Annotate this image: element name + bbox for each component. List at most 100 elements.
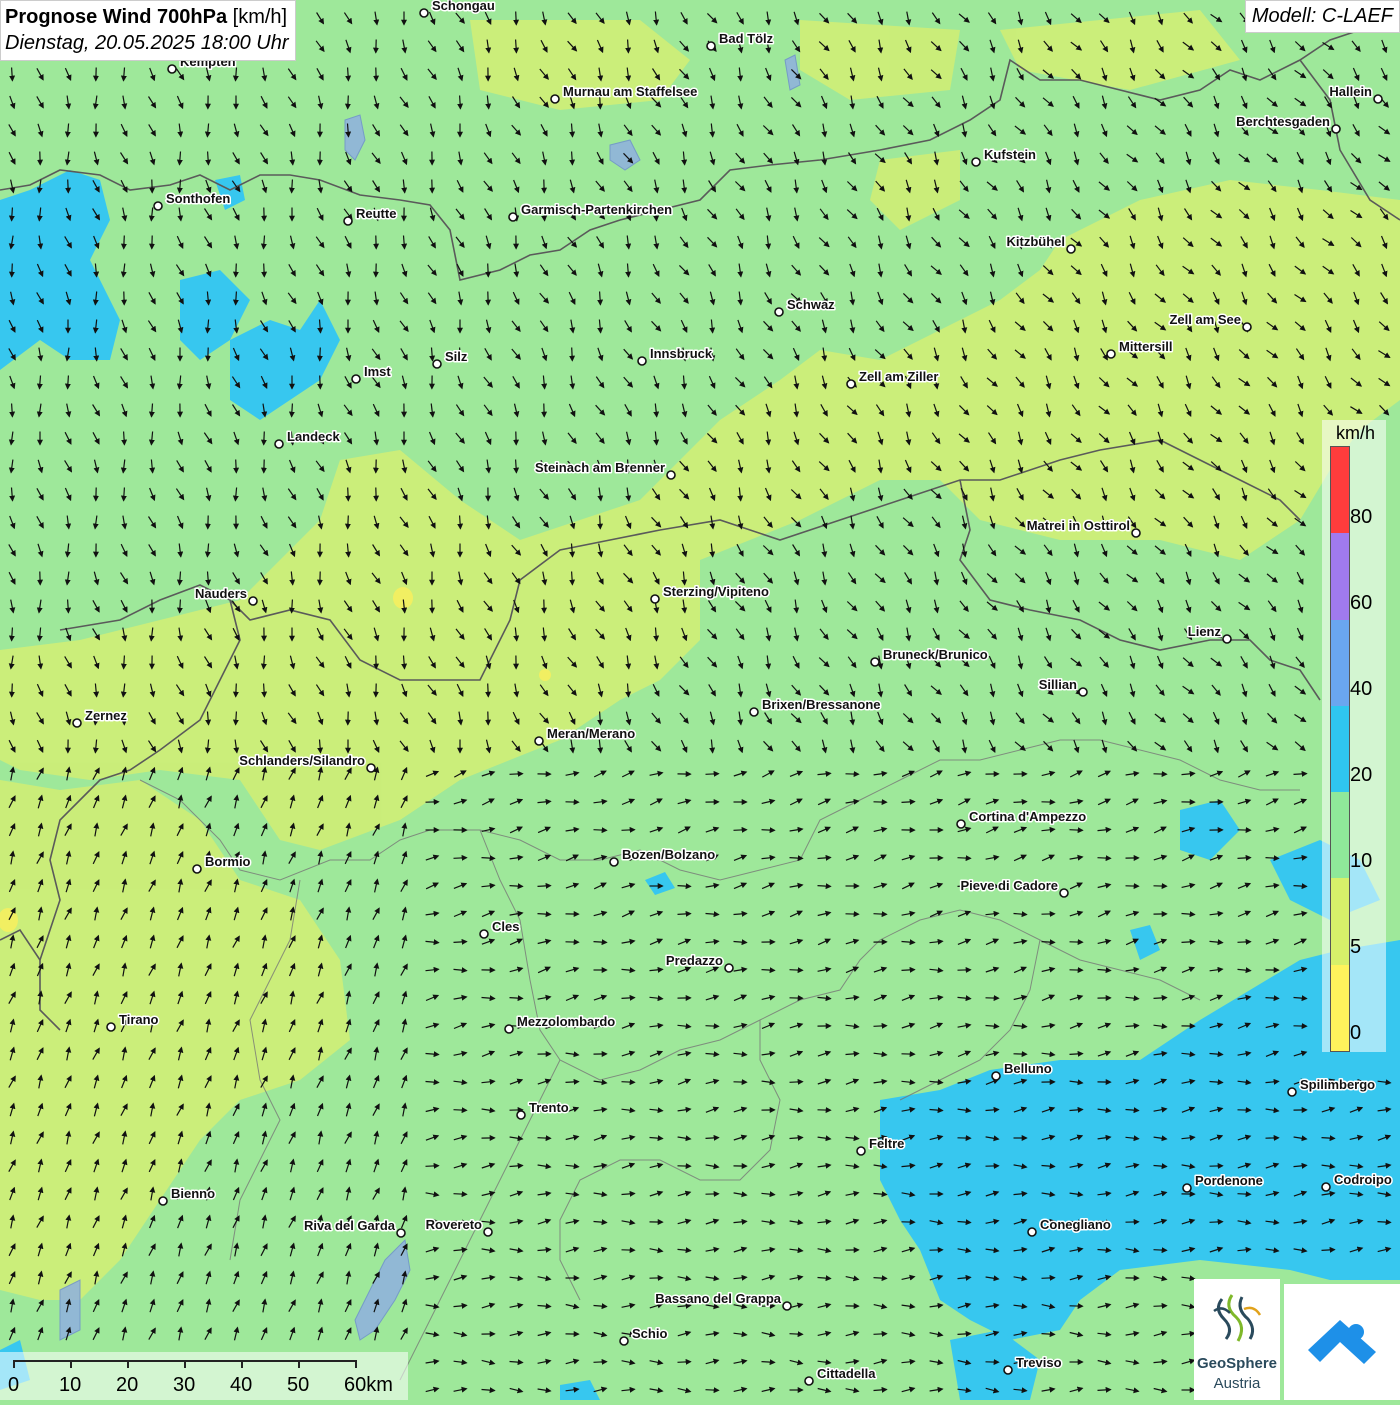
wind-arrow — [454, 1110, 467, 1111]
wind-arrow — [348, 68, 349, 81]
legend-tick-label: 5 — [1350, 936, 1361, 959]
wind-arrow — [320, 348, 321, 361]
wind-arrow — [1238, 858, 1251, 859]
scale-tick — [298, 1360, 300, 1368]
wind-arrow — [12, 684, 13, 697]
wind-arrow — [208, 152, 209, 165]
city-label: Silz — [445, 349, 468, 364]
wind-arrow — [622, 830, 635, 831]
city-dot-icon — [1028, 1228, 1036, 1236]
wind-arrow — [762, 970, 775, 971]
wind-arrow — [1266, 858, 1279, 859]
city-label: Brixen/Bressanone — [762, 697, 881, 712]
model-label: Modell: C-LAEF — [1245, 0, 1400, 33]
wind-arrow — [572, 152, 573, 165]
city-label: Treviso — [1016, 1355, 1062, 1370]
scale-label: 40 — [230, 1374, 252, 1397]
city-label: Pieve di Cadore — [960, 878, 1058, 893]
logo-text-line2: Austria — [1194, 1375, 1280, 1392]
wind-arrow — [1042, 1334, 1055, 1335]
city-dot-icon — [1067, 245, 1075, 253]
city-dot-icon — [1107, 350, 1115, 358]
city-dot-icon — [857, 1147, 865, 1155]
city-dot-icon — [972, 158, 980, 166]
wind-arrow — [902, 970, 915, 971]
wind-arrow — [1294, 886, 1307, 887]
wind-arrow — [790, 1082, 803, 1083]
city-label: Pordenone — [1195, 1173, 1263, 1188]
city-label: Bassano del Grappa — [655, 1291, 781, 1306]
city-label: Hallein — [1329, 84, 1372, 99]
wind-arrow — [12, 264, 13, 277]
city-label: Bormio — [205, 854, 251, 869]
wind-arrow — [572, 348, 573, 361]
city-dot-icon — [249, 597, 257, 605]
wind-arrow — [538, 1138, 551, 1139]
map-title-unit: [km/h] — [233, 6, 287, 28]
city-dot-icon — [107, 1023, 115, 1031]
city-dot-icon — [651, 595, 659, 603]
city-dot-icon — [638, 357, 646, 365]
weather-app-logo[interactable] — [1284, 1284, 1400, 1400]
legend-unit: km/h — [1336, 423, 1375, 444]
wind-arrow — [566, 1082, 579, 1083]
city-label: Bruneck/Brunico — [883, 647, 988, 662]
city-label: Imst — [364, 364, 391, 379]
city-label: Cortina d'Ampezzo — [969, 809, 1086, 824]
wind-arrow — [600, 292, 601, 305]
city-dot-icon — [551, 95, 559, 103]
wind-arrow — [1098, 1390, 1111, 1391]
city-label: Sonthofen — [166, 191, 230, 206]
wind-map: SchongauBad TölzKemptenMurnau am Staffel… — [0, 0, 1400, 1400]
city-dot-icon — [159, 1197, 167, 1205]
city-label: Sterzing/Vipiteno — [663, 584, 769, 599]
wind-arrow — [124, 656, 125, 669]
city-dot-icon — [610, 858, 618, 866]
wind-arrow — [874, 1278, 887, 1279]
wind-arrow — [706, 1026, 719, 1027]
city-label: Lienz — [1188, 624, 1222, 639]
logo-text-line1: GeoSphere — [1194, 1355, 1280, 1372]
scale-label: 10 — [59, 1374, 81, 1397]
city-dot-icon — [667, 471, 675, 479]
legend-tick-label: 40 — [1350, 678, 1372, 701]
wind-arrow — [790, 858, 803, 859]
city-label: Innsbruck — [650, 346, 713, 361]
wind-arrow — [510, 774, 523, 775]
city-dot-icon — [154, 202, 162, 210]
scale-tick — [127, 1360, 129, 1368]
legend-color-segment — [1331, 706, 1349, 792]
wind-arrow — [236, 712, 237, 725]
wind-arrow — [1070, 1054, 1083, 1055]
wind-arrow — [264, 684, 265, 697]
map-title-main: Prognose Wind 700hPa — [5, 6, 227, 28]
geosphere-logo[interactable]: GeoSphere Austria — [1194, 1279, 1280, 1400]
wind-arrow — [292, 404, 293, 417]
wind-arrow — [264, 432, 265, 445]
city-dot-icon — [775, 308, 783, 316]
city-dot-icon — [484, 1228, 492, 1236]
city-label: Schwaz — [787, 297, 835, 312]
wind-arrow — [706, 774, 719, 775]
legend-tick-label: 80 — [1350, 506, 1372, 529]
wind-arrow — [68, 600, 69, 613]
wind-arrow — [12, 208, 13, 221]
wind-arrow — [790, 1334, 803, 1335]
city-label: Schlanders/Silandro — [239, 753, 365, 768]
city-label: Cittadella — [817, 1366, 876, 1381]
wind-arrow — [454, 942, 467, 943]
wind-arrow — [460, 516, 461, 529]
wind-arrow — [516, 40, 517, 53]
city-label: Matrei in Osttirol — [1027, 518, 1130, 533]
wind-arrow — [1154, 1306, 1167, 1307]
wind-arrow — [600, 516, 601, 529]
scale-tick — [13, 1360, 15, 1368]
city-dot-icon — [505, 1025, 513, 1033]
city-label: Landeck — [287, 429, 341, 444]
wind-arrow — [1042, 1278, 1055, 1279]
legend-tick-label: 20 — [1350, 764, 1372, 787]
city-dot-icon — [344, 217, 352, 225]
legend-color-segment — [1331, 965, 1349, 1051]
city-label: Predazzo — [666, 953, 723, 968]
wind-arrow — [734, 830, 747, 831]
